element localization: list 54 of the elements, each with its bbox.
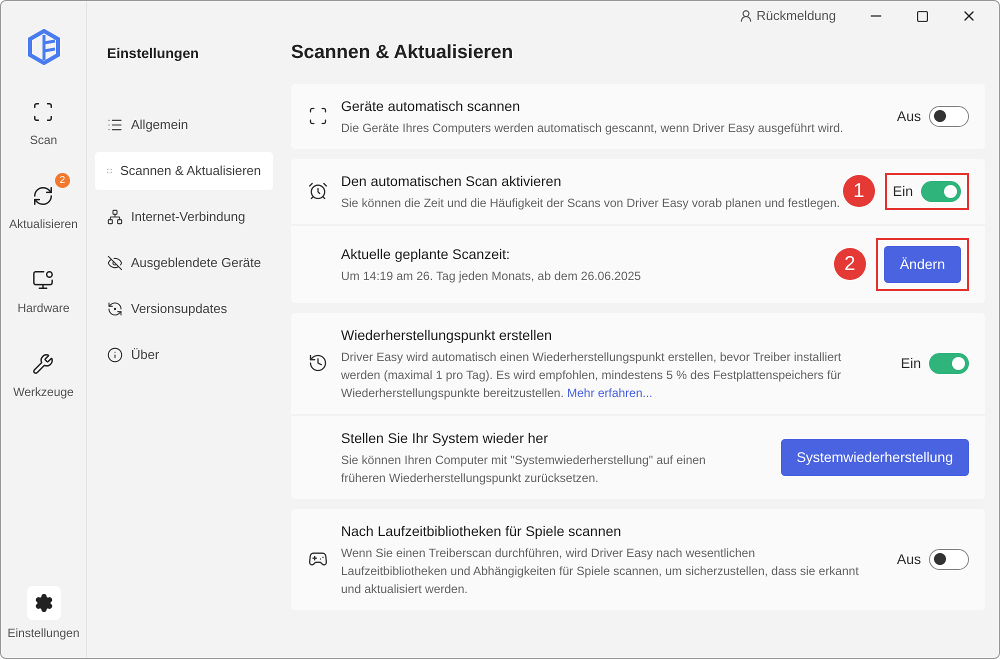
- setting-title: Stellen Sie Ihr System wieder her: [341, 428, 549, 448]
- nav-title: Einstellungen: [107, 44, 200, 63]
- step-badge: 2: [834, 248, 866, 280]
- setting-title: Den automatischen Scan aktivieren: [341, 172, 562, 190]
- setting-description: Wenn Sie einen Treiberscan durchführen, wird Driver Easy nach wesentlichen Laufzeitbibliotheken und Abhängigkeiten für Spiele scannen, um sicherzustellen, dass sie erkannt und aktualisiert werden.: [341, 544, 860, 598]
- logo-icon: [26, 29, 60, 65]
- nav-item[interactable]: Allgemein: [95, 106, 273, 144]
- nav-item[interactable]: Versionsupdates: [95, 290, 273, 328]
- step-badge: 1: [842, 175, 875, 207]
- action-button[interactable]: Ändern: [884, 246, 961, 282]
- nav-item[interactable]: Ausgeblendete Geräte: [95, 244, 273, 282]
- network-icon: [107, 209, 123, 225]
- toggle-switch[interactable]: [929, 106, 969, 126]
- eye-off-icon: [107, 255, 123, 271]
- refresh-icon: [32, 185, 54, 207]
- alarm-clock-icon: [308, 181, 328, 201]
- setting-description: Um 14:19 am 26. Tag jeden Monats, ab dem 26.06.2025: [341, 268, 642, 284]
- rail-item[interactable]: Einstellungen: [7, 586, 80, 642]
- nav-item[interactable]: Scannen & Aktualisieren: [95, 152, 273, 190]
- monitor-icon: [32, 269, 54, 291]
- setting-description: Die Geräte Ihres Computers werden automatisch gescannt, wenn Driver Easy ausgeführt wird.: [341, 120, 844, 136]
- setting-title: Aktuelle geplante Scanzeit:: [341, 244, 511, 264]
- toggle-label: Aus: [896, 106, 921, 126]
- user-icon: [738, 9, 752, 23]
- setting-title: Nach Laufzeitbibliotheken für Spiele scannen: [341, 522, 622, 541]
- toggle-switch[interactable]: [921, 180, 961, 202]
- maximize-icon[interactable]: [916, 10, 929, 22]
- refresh-icon: [107, 301, 123, 317]
- setting-title: Wiederherstellungspunkt erstellen: [341, 326, 553, 345]
- setting-title: Geräte automatisch scannen: [341, 96, 521, 116]
- setting-description: Driver Easy wird automatisch einen Wiederherstellungspunkt erstellen, bevor Treiber installiert werden (maximal 1 pro Tag). Es wird empfohlen, mindestens 5 % des Festplattenspeichers für Wiederherstellungspunkte bereitzustellen. Mehr erfahren...: [341, 348, 842, 402]
- toggle-label: Ein: [892, 182, 913, 200]
- rail-item[interactable]: Scan: [5, 89, 82, 153]
- scan-icon: [32, 101, 54, 123]
- scan-icon: [308, 106, 328, 126]
- history-icon: [308, 353, 328, 373]
- toggle-switch[interactable]: [929, 352, 969, 374]
- toggle-switch[interactable]: [929, 548, 969, 570]
- setting-description: Sie können die Zeit und die Häufigkeit der Scans von Driver Easy vorab planen und festlegen.: [341, 194, 841, 212]
- toggle-label: Aus: [896, 550, 921, 568]
- rail-item[interactable]: Werkzeuge: [5, 341, 82, 405]
- toggle-label: Ein: [900, 354, 921, 372]
- wrench-icon: [32, 353, 54, 375]
- learn-more-link[interactable]: Mehr erfahren...: [567, 386, 653, 400]
- action-button[interactable]: Systemwiederherstellung: [780, 438, 969, 476]
- nav-item[interactable]: Internet-Verbindung: [95, 198, 273, 236]
- rail-item[interactable]: Aktualisieren 2: [5, 173, 82, 237]
- info-icon: [107, 347, 123, 363]
- setting-description: Sie können Ihren Computer mit "Systemwiederherstellung" auf einen früheren Wiederherstellungspunkt zurücksetzen.: [341, 452, 707, 486]
- nav-item[interactable]: Über: [95, 336, 273, 374]
- notification-badge: 2: [54, 173, 70, 188]
- feedback-button[interactable]: Rückmeldung: [738, 6, 836, 26]
- page-title: Scannen & Aktualisieren: [291, 41, 514, 65]
- rail-item[interactable]: Hardware: [5, 257, 82, 321]
